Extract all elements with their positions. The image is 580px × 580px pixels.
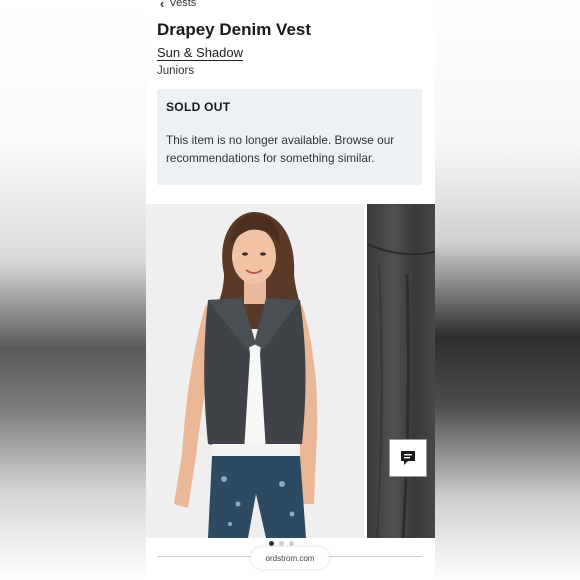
sold-out-heading: SOLD OUT bbox=[166, 100, 231, 114]
breadcrumb-label: Vests bbox=[169, 0, 197, 9]
pagination-dot[interactable] bbox=[269, 541, 274, 546]
breadcrumb[interactable]: ‹ Vests bbox=[160, 0, 196, 10]
product-image-next[interactable] bbox=[367, 204, 435, 538]
chat-button[interactable] bbox=[389, 439, 427, 477]
product-page: ‹ Vests Drapey Denim Vest Sun & Shadow J… bbox=[146, 0, 435, 580]
product-title: Drapey Denim Vest bbox=[157, 20, 312, 39]
vest-detail-photo bbox=[367, 243, 435, 538]
pagination-dot[interactable] bbox=[279, 541, 284, 546]
browser-url-bar[interactable]: ordstrom.com bbox=[251, 547, 329, 569]
brand-link[interactable]: Sun & Shadow bbox=[157, 45, 243, 60]
sold-out-notice: SOLD OUT This item is no longer availabl… bbox=[157, 89, 422, 185]
department-label: Juniors bbox=[157, 65, 195, 77]
chat-bubble-icon bbox=[401, 451, 415, 465]
chevron-left-icon: ‹ bbox=[160, 0, 165, 11]
gallery-pagination bbox=[269, 541, 294, 546]
product-image-main[interactable] bbox=[146, 204, 364, 538]
model-photo bbox=[146, 204, 364, 538]
background-blur-right bbox=[434, 0, 580, 580]
background-blur-left bbox=[0, 0, 146, 580]
pagination-dot[interactable] bbox=[289, 541, 294, 546]
sold-out-message: This item is no longer available. Browse… bbox=[166, 133, 395, 165]
